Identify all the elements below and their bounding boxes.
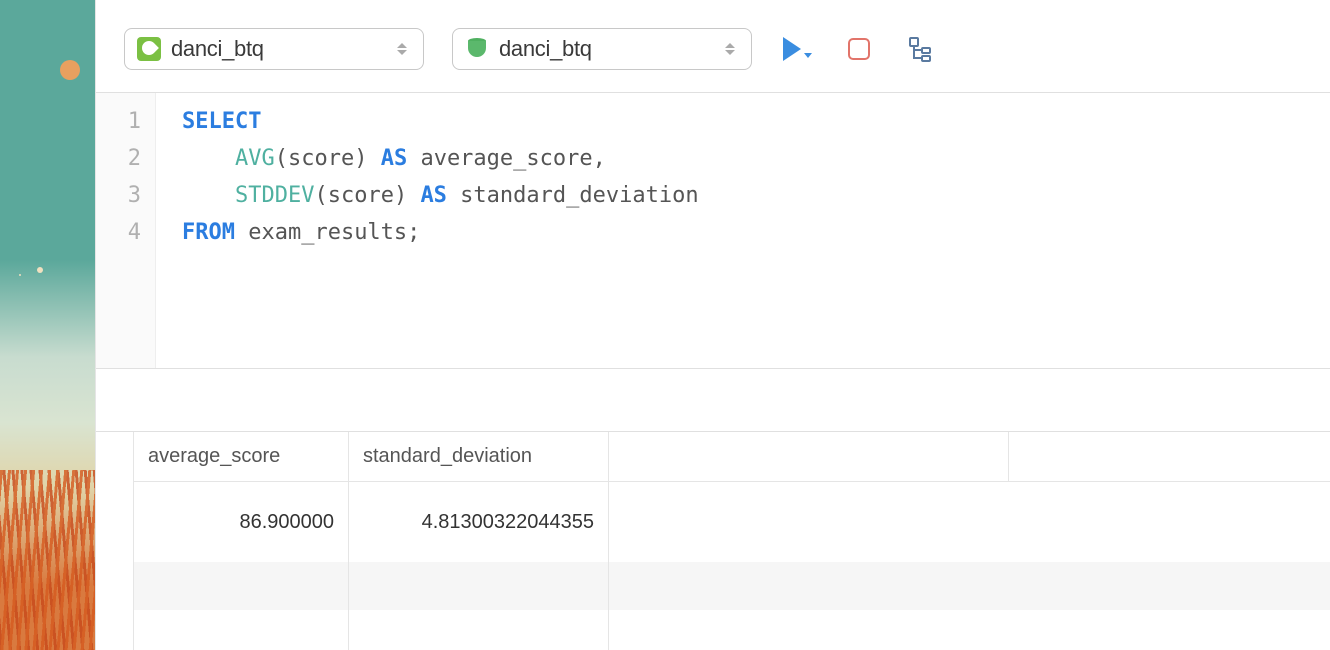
- line-number: 3: [96, 177, 141, 214]
- table-row-empty: [134, 610, 1330, 650]
- results-table: average_score standard_deviation 86.9000…: [134, 432, 1330, 650]
- stop-icon: [848, 38, 870, 60]
- database-icon: [465, 37, 489, 61]
- play-icon: [783, 37, 801, 61]
- database-selector[interactable]: danci_btq: [452, 28, 752, 70]
- results-header-row: average_score standard_deviation: [134, 432, 1330, 482]
- table-row[interactable]: 86.900000 4.81300322044355: [134, 482, 1330, 562]
- mysql-leaf-icon: [137, 37, 161, 61]
- structure-icon: [908, 36, 934, 62]
- desktop-wallpaper: [0, 0, 95, 650]
- dropdown-caret-icon: [804, 53, 812, 58]
- cell-average-score: 86.900000: [134, 482, 349, 562]
- code-content[interactable]: SELECT AVG(score) AS average_score, STDD…: [156, 93, 725, 368]
- connection-selector-label: danci_btq: [171, 36, 387, 62]
- line-number-gutter: 1 2 3 4: [96, 93, 156, 368]
- line-number: 4: [96, 214, 141, 251]
- line-number: 2: [96, 140, 141, 177]
- chevron-up-down-icon: [397, 40, 411, 58]
- editor-results-divider: [96, 368, 1330, 431]
- cell-empty: [609, 482, 1009, 562]
- column-header[interactable]: standard_deviation: [349, 432, 609, 481]
- column-header[interactable]: average_score: [134, 432, 349, 481]
- run-query-button[interactable]: [780, 32, 814, 66]
- line-number: 1: [96, 103, 141, 140]
- table-row-empty: [134, 562, 1330, 610]
- results-panel: average_score standard_deviation 86.9000…: [96, 431, 1330, 650]
- chevron-up-down-icon: [725, 40, 739, 58]
- results-row-margin: [96, 432, 134, 650]
- connection-selector[interactable]: danci_btq: [124, 28, 424, 70]
- column-header-empty: [609, 432, 1009, 481]
- stop-query-button[interactable]: [842, 32, 876, 66]
- database-selector-label: danci_btq: [499, 36, 715, 62]
- format-query-button[interactable]: [904, 32, 938, 66]
- cell-standard-deviation: 4.81300322044355: [349, 482, 609, 562]
- sql-editor[interactable]: 1 2 3 4 SELECT AVG(score) AS average_sco…: [96, 93, 1330, 368]
- toolbar: danci_btq danci_btq: [96, 0, 1330, 93]
- sql-client-window: danci_btq danci_btq: [95, 0, 1330, 650]
